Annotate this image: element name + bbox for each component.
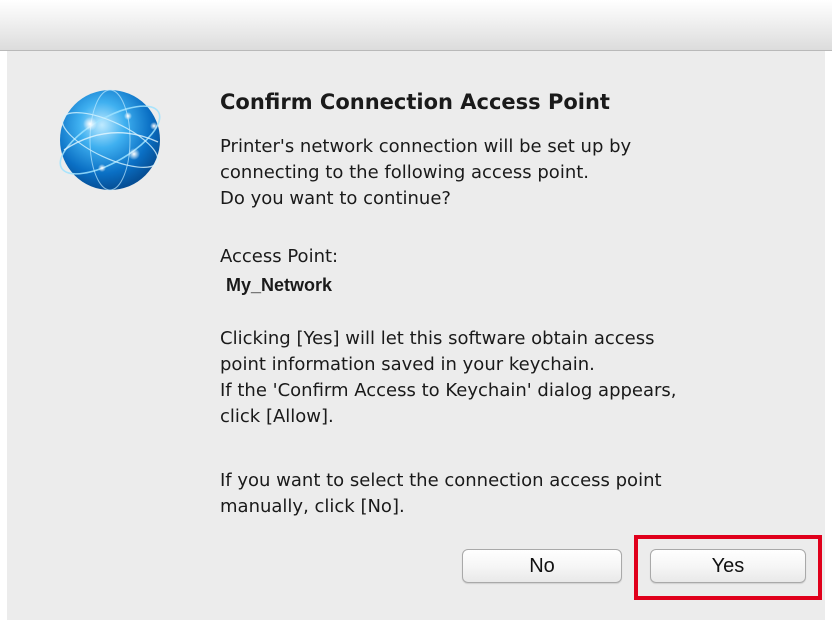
access-point-label: Access Point: [220,246,339,267]
message-line: connecting to the following access point… [220,162,590,183]
message-line: click [Allow]. [220,406,334,427]
message-line: Clicking [Yes] will let this software ob… [220,328,655,349]
no-button[interactable]: No [462,549,622,583]
message-line: manually, click [No]. [220,496,405,517]
window-edge-right [825,51,832,620]
dialog-message: Printer's network connection will be set… [220,134,631,212]
globe-network-icon [59,89,161,191]
message-line: If the 'Confirm Access to Keychain' dial… [220,380,677,401]
manual-selection-message: If you want to select the connection acc… [220,468,662,520]
message-line: Do you want to continue? [220,188,451,209]
window-titlebar [0,0,832,51]
yes-button-highlight [634,535,822,600]
message-line: Printer's network connection will be set… [220,136,632,157]
window-edge-left [0,51,7,620]
keychain-message: Clicking [Yes] will let this software ob… [220,326,677,430]
access-point-value: My_Network [226,275,333,295]
dialog-title: Confirm Connection Access Point [220,90,610,114]
message-line: If you want to select the connection acc… [220,470,662,491]
message-line: point information saved in your keychain… [220,354,595,375]
